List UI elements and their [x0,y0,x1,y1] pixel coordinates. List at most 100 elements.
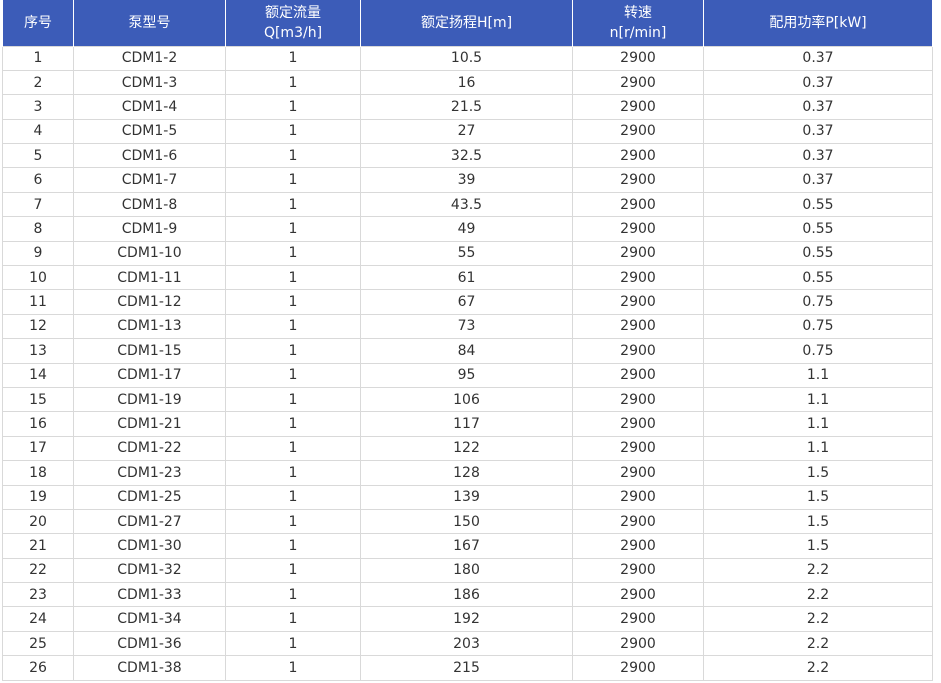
cell-rated-head: 150 [360,508,573,535]
cell-pump-model: CDM1-11 [73,265,226,291]
cell-pump-model: CDM1-9 [73,216,226,242]
cell-rated-flow: 1 [225,630,361,657]
cell-speed: 2900 [572,630,704,657]
cell-pump-model: CDM1-10 [73,240,226,267]
cell-rated-head: 49 [360,216,573,242]
cell-rated-flow: 1 [225,69,361,96]
cell-pump-model: CDM1-19 [73,386,226,413]
cell-rated-head: 10.5 [360,45,573,71]
cell-rated-flow: 1 [225,435,361,462]
cell-pump-model: CDM1-7 [73,167,226,193]
cell-power: 2.2 [703,557,933,584]
cell-rated-head: 215 [360,655,573,681]
cell-power: 1.5 [703,484,933,510]
cell-rated-head: 192 [360,606,573,632]
cell-index: 15 [2,386,74,413]
cell-speed: 2900 [572,216,704,242]
cell-rated-head: 167 [360,533,573,559]
cell-index: 6 [2,167,74,193]
cell-pump-model: CDM1-23 [73,460,226,486]
header-label: 序号 [24,14,52,31]
cell-rated-flow: 1 [225,216,361,242]
cell-index: 20 [2,508,74,535]
cell-speed: 2900 [572,557,704,584]
cell-pump-model: CDM1-33 [73,582,226,608]
cell-power: 0.37 [703,69,933,96]
header-label: 泵型号 [128,14,171,31]
table-row: 17 CDM1-22 1 122 2900 1.1 [2,435,933,462]
cell-power: 2.2 [703,655,933,681]
cell-speed: 2900 [572,313,704,340]
cell-power: 1.5 [703,533,933,559]
cell-pump-model: CDM1-3 [73,69,226,96]
table-row: 9 CDM1-10 1 55 2900 0.55 [2,240,933,267]
cell-speed: 2900 [572,94,704,120]
cell-speed: 2900 [572,265,704,291]
cell-power: 0.37 [703,167,933,193]
cell-rated-flow: 1 [225,606,361,632]
cell-rated-head: 117 [360,411,573,437]
cell-rated-head: 21.5 [360,94,573,120]
cell-speed: 2900 [572,533,704,559]
table-row: 21 CDM1-30 1 167 2900 1.5 [2,533,933,559]
cell-pump-model: CDM1-15 [73,338,226,364]
cell-index: 22 [2,557,74,584]
cell-index: 16 [2,411,74,437]
cell-rated-flow: 1 [225,362,361,388]
cell-pump-model: CDM1-4 [73,94,226,120]
cell-power: 1.1 [703,411,933,437]
cell-rated-flow: 1 [225,167,361,193]
cell-speed: 2900 [572,289,704,315]
cell-index: 10 [2,265,74,291]
cell-speed: 2900 [572,655,704,681]
header-label: n[r/min] [609,24,667,41]
table-row: 25 CDM1-36 1 203 2900 2.2 [2,630,933,657]
cell-rated-head: 122 [360,435,573,462]
cell-index: 18 [2,460,74,486]
cell-speed: 2900 [572,191,704,218]
cell-rated-flow: 1 [225,655,361,681]
cell-pump-model: CDM1-21 [73,411,226,437]
cell-power: 1.5 [703,508,933,535]
cell-rated-flow: 1 [225,557,361,584]
cell-rated-flow: 1 [225,484,361,510]
cell-rated-head: 84 [360,338,573,364]
cell-pump-model: CDM1-32 [73,557,226,584]
cell-speed: 2900 [572,508,704,535]
cell-pump-model: CDM1-17 [73,362,226,388]
cell-pump-model: CDM1-2 [73,45,226,71]
cell-index: 19 [2,484,74,510]
cell-rated-flow: 1 [225,94,361,120]
cell-speed: 2900 [572,69,704,96]
cell-index: 2 [2,69,74,96]
cell-power: 0.37 [703,118,933,145]
header-power: 配用功率P[kW] [703,0,933,46]
pump-spec-table: 序号 泵型号 额定流量 Q[m3/h] 额定扬程H[m] 转速 n[r/min] 配用功率P[… [2,0,933,681]
cell-power: 0.37 [703,143,933,169]
table-row: 26 CDM1-38 1 215 2900 2.2 [2,655,933,681]
header-row: 序号 泵型号 额定流量 Q[m3/h] 额定扬程H[m] 转速 n[r/min] 配用功率P[… [2,0,933,46]
cell-speed: 2900 [572,45,704,71]
cell-index: 24 [2,606,74,632]
cell-index: 4 [2,118,74,145]
cell-rated-flow: 1 [225,240,361,267]
cell-rated-flow: 1 [225,508,361,535]
cell-index: 21 [2,533,74,559]
cell-index: 12 [2,313,74,340]
header-speed: 转速 n[r/min] [572,0,704,46]
cell-rated-flow: 1 [225,338,361,364]
cell-rated-head: 139 [360,484,573,510]
cell-rated-head: 67 [360,289,573,315]
cell-power: 1.1 [703,435,933,462]
cell-power: 0.55 [703,240,933,267]
cell-pump-model: CDM1-25 [73,484,226,510]
cell-speed: 2900 [572,411,704,437]
cell-index: 23 [2,582,74,608]
table-row: 15 CDM1-19 1 106 2900 1.1 [2,386,933,413]
cell-index: 14 [2,362,74,388]
cell-rated-flow: 1 [225,118,361,145]
cell-pump-model: CDM1-36 [73,630,226,657]
header-label: 配用功率P[kW] [769,14,867,31]
cell-speed: 2900 [572,386,704,413]
cell-rated-flow: 1 [225,582,361,608]
